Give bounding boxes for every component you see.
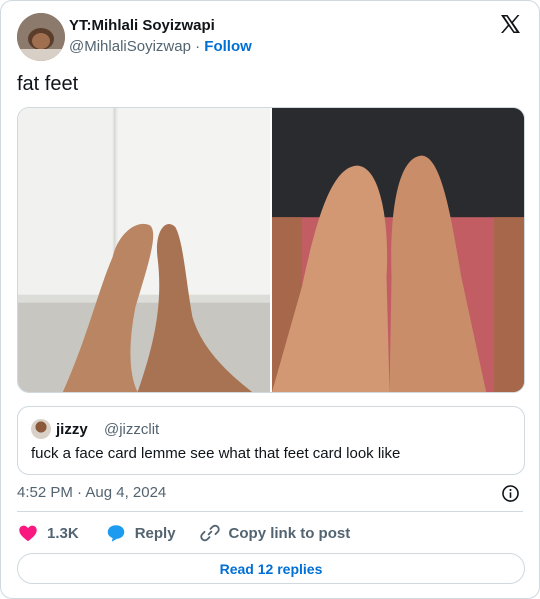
x-logo-icon[interactable]	[498, 13, 522, 37]
link-icon	[199, 524, 220, 542]
info-icon[interactable]	[501, 484, 520, 503]
tweet-timestamp[interactable]: 4:52 PM · Aug 4, 2024	[17, 484, 166, 501]
quoted-tweet[interactable]: jizzy @jizzclit fuck a face card lemme s…	[17, 406, 525, 475]
tweet-text: fat feet	[17, 73, 79, 95]
quoted-name: jizzy	[56, 421, 88, 438]
embedded-tweet-card: YT:Mihlali Soyizwapi @MihlaliSoyizwap · …	[0, 0, 540, 599]
copy-link-button[interactable]: Copy link to post	[199, 522, 351, 544]
read-replies-button[interactable]: Read 12 replies	[17, 553, 525, 584]
like-count: 1.3K	[47, 524, 79, 542]
author-avatar[interactable]	[17, 13, 65, 61]
follow-button[interactable]: Follow	[204, 38, 252, 55]
author-handle[interactable]: @MihlaliSoyizwap	[69, 38, 191, 55]
tweet-media[interactable]	[17, 107, 525, 393]
heart-icon	[19, 525, 37, 542]
handle-separator: ·	[195, 38, 201, 55]
media-photo-1[interactable]	[18, 108, 270, 392]
like-button[interactable]: 1.3K	[17, 522, 79, 544]
action-bar: 1.3K Reply Copy link to post	[17, 521, 350, 545]
media-photo-2[interactable]	[272, 108, 524, 392]
reply-label: Reply	[134, 524, 176, 542]
quoted-avatar	[31, 419, 51, 439]
quoted-handle: @jizzclit	[104, 421, 160, 438]
divider	[17, 511, 523, 512]
reply-button[interactable]: Reply	[105, 522, 176, 544]
author-display-name[interactable]: YT:Mihlali Soyizwapi	[69, 17, 215, 34]
copy-link-label: Copy link to post	[228, 524, 351, 542]
author-handle-line: @MihlaliSoyizwap · Follow	[69, 38, 252, 55]
quoted-text: fuck a face card lemme see what that fee…	[31, 445, 401, 462]
reply-icon	[107, 525, 124, 542]
